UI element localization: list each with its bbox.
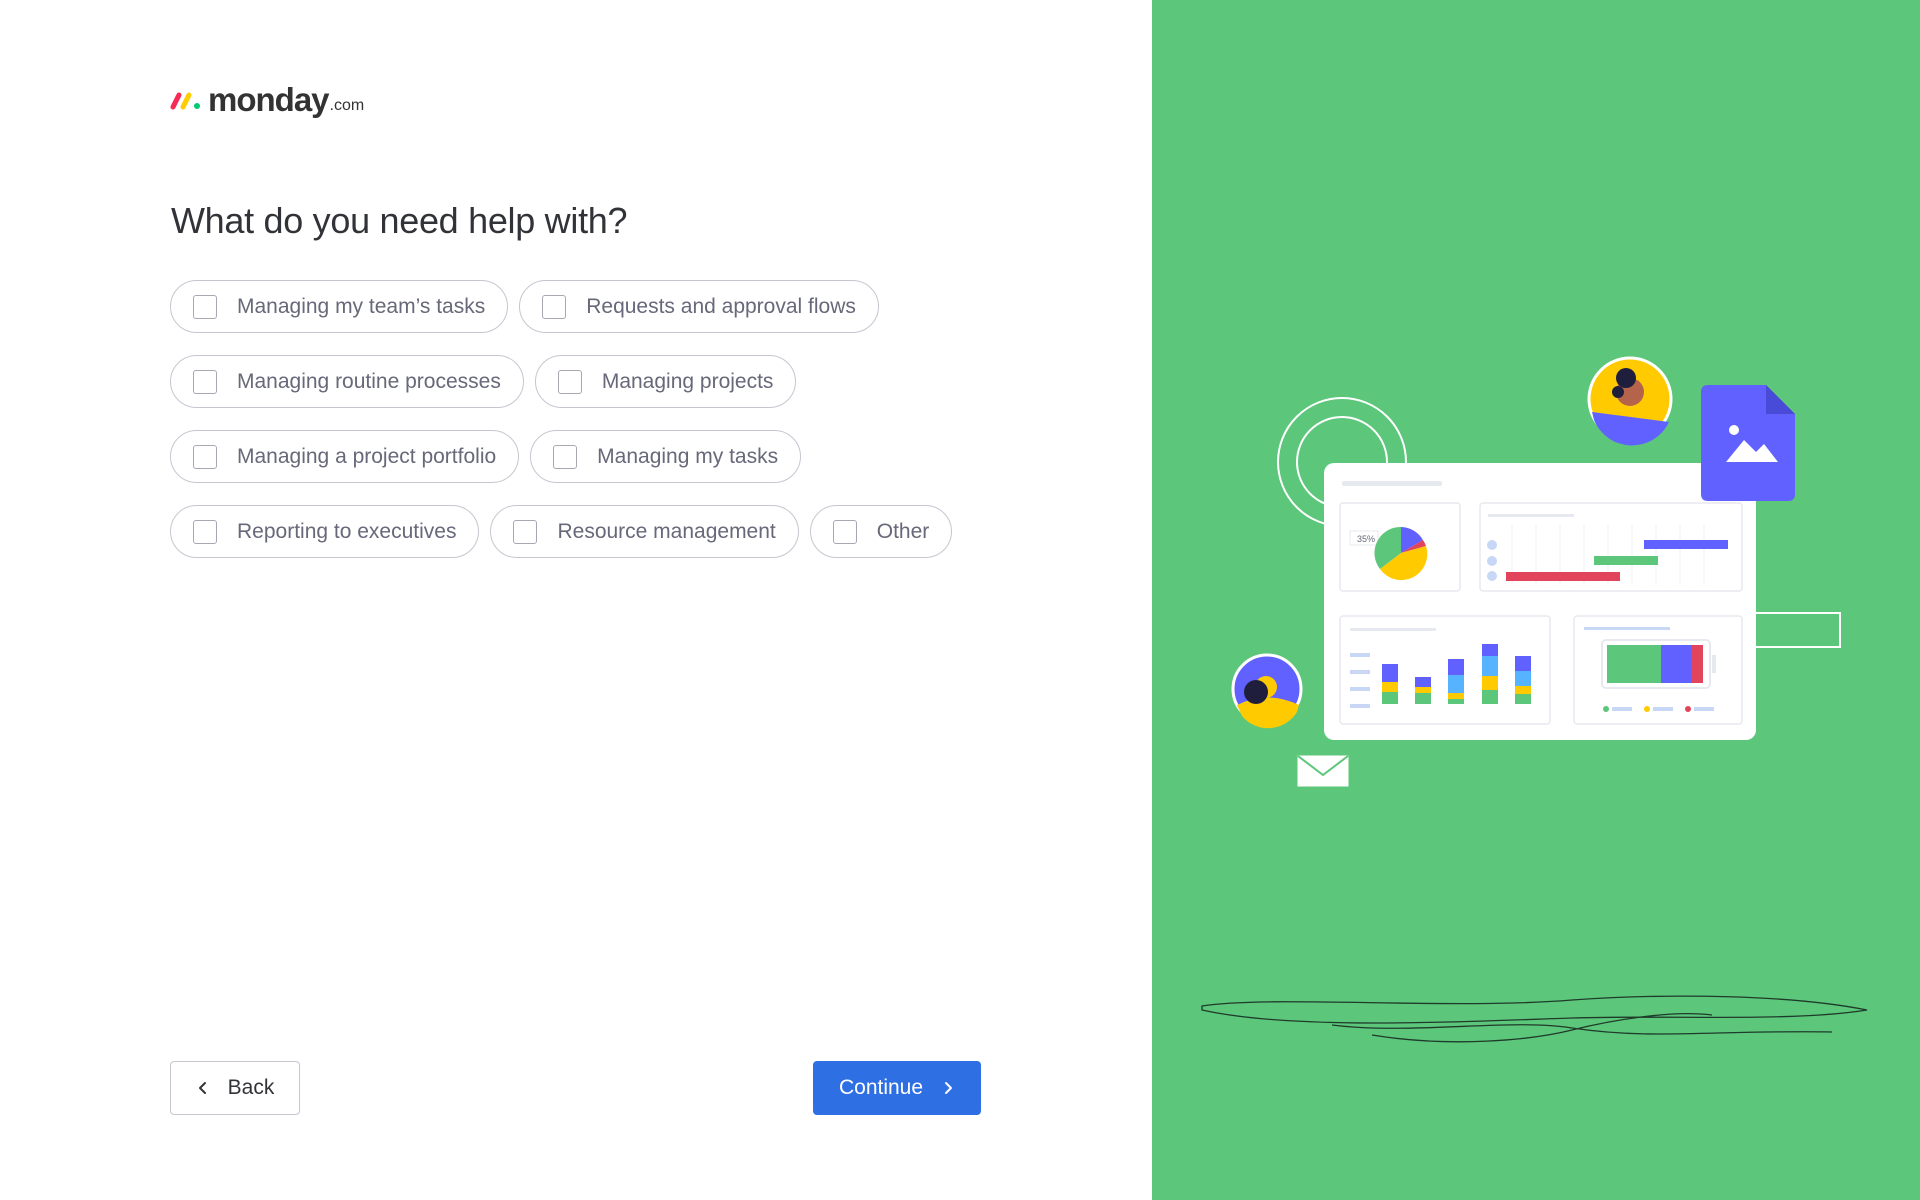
battery-red xyxy=(1691,645,1703,683)
option-label: Managing projects xyxy=(601,369,774,393)
option-other[interactable]: Other xyxy=(809,505,953,558)
gantt-bar-purple xyxy=(1644,540,1728,549)
option-checkbox[interactable] xyxy=(193,294,217,319)
option-label: Managing my tasks xyxy=(597,444,779,468)
form-panel: monday .com What do you need help with? … xyxy=(0,0,1152,1200)
monday-logo-icon xyxy=(170,92,200,110)
dashboard-illustration: 35% xyxy=(1201,356,1868,1043)
option-managing-project-portfolio[interactable]: Managing a project portfolio xyxy=(170,430,520,483)
option-checkbox[interactable] xyxy=(557,369,582,394)
options-row: Managing my team’s tasks Requests and ap… xyxy=(170,280,1030,333)
option-label: Managing my team’s tasks xyxy=(237,294,486,318)
options-row: Reporting to executives Resource managem… xyxy=(170,505,1030,558)
option-checkbox[interactable] xyxy=(513,519,538,544)
option-checkbox[interactable] xyxy=(553,444,578,469)
back-button-label: Back xyxy=(227,1076,275,1099)
pie-percent-label: 35% xyxy=(1357,534,1375,544)
option-managing-team-tasks[interactable]: Managing my team’s tasks xyxy=(170,280,509,333)
gantt-bar-red xyxy=(1506,572,1620,581)
option-label: Managing a project portfolio xyxy=(237,444,497,468)
option-resource-management[interactable]: Resource management xyxy=(490,505,799,558)
option-managing-projects[interactable]: Managing projects xyxy=(534,355,797,408)
logo-wordmark: monday xyxy=(208,81,330,118)
avatar-illustration-top xyxy=(1587,356,1673,446)
option-reporting-to-executives[interactable]: Reporting to executives xyxy=(170,505,480,558)
option-label: Managing routine processes xyxy=(237,369,501,393)
illustration-panel: 35% xyxy=(1152,0,1920,1200)
option-label: Other xyxy=(876,519,930,543)
gantt-bar-green xyxy=(1594,556,1658,565)
option-requests-approval-flows[interactable]: Requests and approval flows xyxy=(519,280,879,333)
chevron-left-icon xyxy=(198,1082,206,1094)
option-checkbox[interactable] xyxy=(542,294,567,319)
dashboard-card: 35% xyxy=(1324,463,1756,740)
option-checkbox[interactable] xyxy=(193,444,217,469)
options-row: Managing a project portfolio Managing my… xyxy=(170,430,1030,483)
help-options-group: Managing my team’s tasks Requests and ap… xyxy=(170,280,1030,580)
decorative-outline-box xyxy=(1751,612,1841,648)
page-title: What do you need help with? xyxy=(171,200,628,241)
option-checkbox[interactable] xyxy=(832,519,857,544)
battery-green xyxy=(1607,645,1661,683)
option-label: Requests and approval flows xyxy=(586,294,856,318)
option-checkbox[interactable] xyxy=(193,369,217,394)
continue-button-label: Continue xyxy=(838,1076,924,1099)
chevron-right-icon xyxy=(945,1082,953,1094)
image-file-icon xyxy=(1701,385,1795,501)
option-label: Resource management xyxy=(557,519,776,543)
option-label: Reporting to executives xyxy=(237,519,457,543)
back-button[interactable]: Back xyxy=(170,1061,300,1115)
option-managing-my-tasks[interactable]: Managing my tasks xyxy=(530,430,802,483)
envelope-icon xyxy=(1297,755,1349,787)
option-managing-routine-processes[interactable]: Managing routine processes xyxy=(170,355,524,408)
option-checkbox[interactable] xyxy=(193,519,217,544)
scribble-decoration xyxy=(1201,995,1868,1043)
monday-logo: monday .com xyxy=(170,80,364,120)
options-row: Managing routine processes Managing proj… xyxy=(170,355,1030,408)
avatar-illustration-bottom xyxy=(1231,653,1303,729)
logo-tld: .com xyxy=(329,97,365,114)
battery-purple xyxy=(1661,645,1691,683)
continue-button[interactable]: Continue xyxy=(813,1061,981,1115)
